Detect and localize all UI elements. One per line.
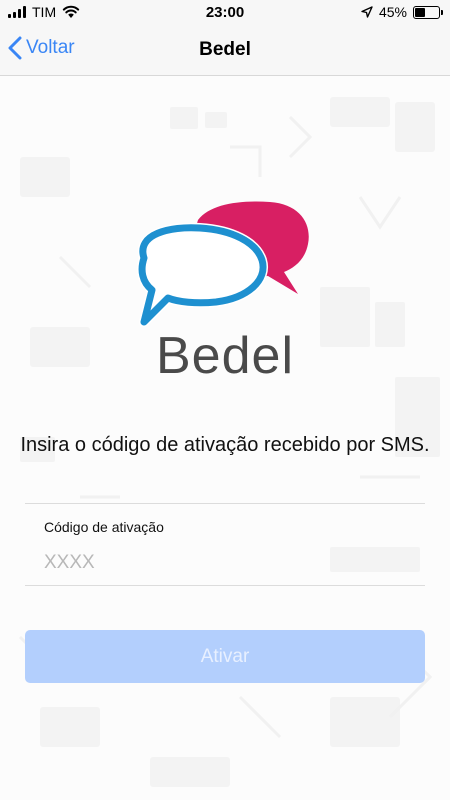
activate-button[interactable]: Ativar: [25, 630, 425, 683]
logo-wordmark: Bedel: [156, 327, 294, 385]
location-arrow-icon: [361, 6, 373, 18]
activation-code-field-group: Código de ativação: [25, 503, 425, 586]
status-right: 45%: [361, 4, 443, 20]
battery-fill: [415, 7, 426, 17]
navigation-bar: Voltar Bedel: [0, 26, 450, 76]
page-title: Bedel: [199, 39, 251, 60]
activation-screen: TIM 23:00 45% Voltar Bedel Bedel Insira …: [0, 0, 450, 800]
instruction-text: Insira o código de ativação recebido por…: [20, 434, 430, 456]
bedel-logo: [137, 201, 309, 327]
activation-code-label: Código de ativação: [44, 519, 164, 535]
activation-code-input[interactable]: [44, 548, 404, 578]
status-bar: TIM 23:00 45%: [0, 0, 450, 26]
battery-icon: [413, 5, 443, 19]
battery-percentage: 45%: [378, 4, 407, 20]
